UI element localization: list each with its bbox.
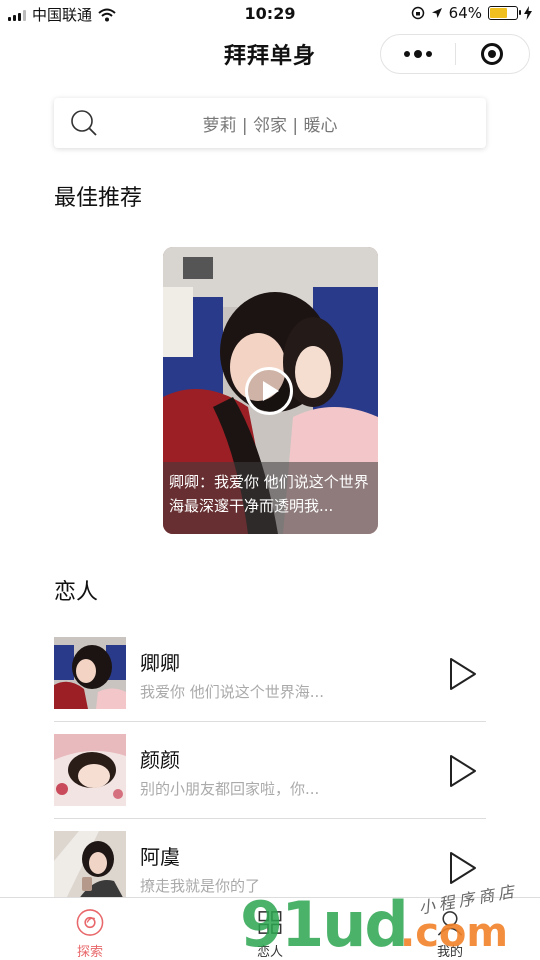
rotation-lock-icon bbox=[411, 6, 424, 20]
lover-name: 卿卿 bbox=[140, 651, 180, 675]
list-item[interactable]: 卿卿 我爱你 他们说这个世界海... bbox=[54, 625, 486, 722]
more-button[interactable] bbox=[381, 35, 455, 73]
tab-lovers[interactable]: 恋人 bbox=[180, 898, 360, 960]
lovers-section-title: 恋人 bbox=[54, 580, 99, 605]
charging-icon bbox=[524, 6, 532, 20]
play-button[interactable] bbox=[245, 367, 293, 415]
explore-icon bbox=[76, 909, 104, 936]
play-icon[interactable] bbox=[448, 851, 478, 885]
lovers-list: 卿卿 我爱你 他们说这个世界海... 颜颜 别的小朋友都回家啦，你... 阿虞 … bbox=[54, 625, 486, 916]
featured-section-title: 最佳推荐 bbox=[54, 186, 143, 211]
lover-desc: 别的小朋友都回家啦，你... bbox=[140, 780, 320, 798]
tab-mine[interactable]: 我的 bbox=[360, 898, 540, 960]
location-icon bbox=[431, 8, 442, 18]
grid-icon bbox=[258, 911, 282, 934]
tab-explore[interactable]: 探索 bbox=[0, 898, 180, 960]
battery-icon bbox=[488, 6, 521, 20]
lover-name: 阿虞 bbox=[140, 845, 180, 869]
close-target-icon bbox=[481, 43, 504, 65]
list-item[interactable]: 颜颜 别的小朋友都回家啦，你... bbox=[54, 722, 486, 819]
battery-fill bbox=[490, 8, 507, 18]
avatar bbox=[54, 831, 126, 903]
featured-video-card[interactable]: 卿卿：我爱你 他们说这个世界海最深邃干净而透明我... bbox=[163, 247, 378, 534]
more-icon bbox=[403, 50, 432, 58]
status-right: 64% bbox=[411, 4, 532, 22]
lover-desc: 撩走我就是你的了 bbox=[140, 877, 261, 895]
play-icon[interactable] bbox=[448, 657, 478, 691]
search-bar[interactable]: 萝莉 | 邻家 | 暖心 bbox=[54, 98, 486, 148]
tab-label: 探索 bbox=[76, 945, 103, 960]
lover-name: 颜颜 bbox=[140, 748, 180, 772]
play-icon bbox=[263, 381, 279, 401]
profile-icon bbox=[437, 911, 463, 936]
close-mini-program-button[interactable] bbox=[456, 35, 530, 73]
tab-label: 恋人 bbox=[256, 945, 283, 960]
battery-percent: 64% bbox=[448, 4, 482, 22]
lover-desc: 我爱你 他们说这个世界海... bbox=[140, 683, 325, 701]
nav-bar: 拜拜单身 bbox=[0, 28, 540, 78]
search-placeholder: 萝莉 | 邻家 | 暖心 bbox=[202, 116, 338, 136]
avatar bbox=[54, 734, 126, 806]
featured-caption: 卿卿：我爱你 他们说这个世界海最深邃干净而透明我... bbox=[163, 462, 378, 534]
play-icon[interactable] bbox=[448, 754, 478, 788]
mini-program-capsule bbox=[380, 34, 530, 74]
tab-label: 我的 bbox=[436, 945, 463, 960]
tab-bar: 探索 恋人 我的 bbox=[0, 897, 540, 960]
avatar bbox=[54, 637, 126, 709]
status-bar: 中国联通 10:29 64% bbox=[0, 0, 540, 28]
